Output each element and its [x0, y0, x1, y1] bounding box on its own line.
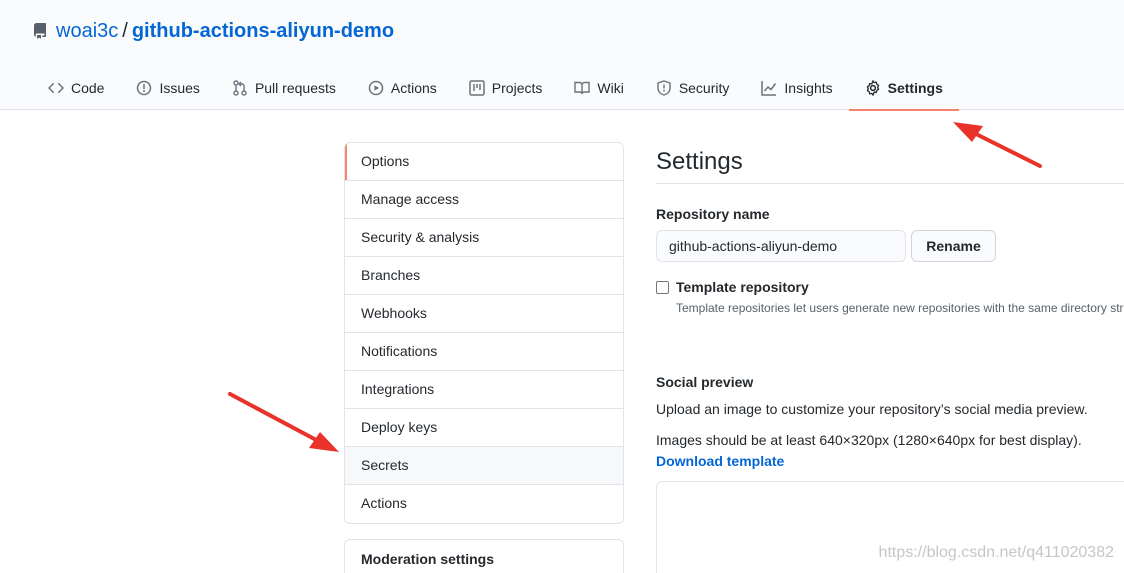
pull-request-icon — [232, 80, 248, 96]
repo-name-input[interactable] — [656, 230, 906, 262]
book-icon — [574, 80, 591, 96]
tab-code[interactable]: Code — [32, 66, 120, 110]
repo-name-link[interactable]: github-actions-aliyun-demo — [132, 20, 394, 43]
social-preview-heading: Social preview — [656, 374, 754, 390]
tab-projects[interactable]: Projects — [453, 66, 559, 110]
sidebar-item-branches[interactable]: Branches — [345, 257, 623, 295]
sidebar-item-secrets[interactable]: Secrets — [345, 447, 623, 485]
code-icon — [48, 80, 64, 96]
tab-label: Insights — [784, 80, 833, 96]
tab-label: Settings — [887, 80, 943, 96]
page-title: Settings — [656, 140, 1124, 184]
social-preview-size-note: Images should be at least 640×320px (128… — [656, 432, 1082, 448]
tab-label: Projects — [491, 80, 543, 96]
tab-label: Issues — [159, 80, 200, 96]
repo-name-label: Repository name — [656, 206, 770, 222]
project-icon — [469, 80, 485, 96]
repo-separator: / — [122, 19, 128, 42]
graph-icon — [761, 80, 777, 96]
repo-header: woai3c / github-actions-aliyun-demo Code… — [0, 0, 1124, 111]
repo-icon — [32, 23, 48, 39]
sidebar-item-integrations[interactable]: Integrations — [345, 371, 623, 409]
tab-settings[interactable]: Settings — [848, 66, 960, 111]
template-repository-label[interactable]: Template repository — [676, 279, 809, 295]
arrow-to-secrets-item — [228, 392, 339, 452]
tab-wiki[interactable]: Wiki — [558, 66, 639, 110]
sidebar-item-manage-access[interactable]: Manage access — [345, 181, 623, 219]
sidebar-item-webhooks[interactable]: Webhooks — [345, 295, 623, 333]
repo-tabs: Code Issues Pull requests Actions Projec… — [32, 66, 960, 111]
download-template-link[interactable]: Download template — [656, 453, 784, 469]
gear-icon — [865, 80, 881, 96]
watermark: https://blog.csdn.net/q411020382 — [878, 544, 1114, 561]
tab-insights[interactable]: Insights — [745, 66, 848, 110]
social-preview-description: Upload an image to customize your reposi… — [656, 401, 1088, 417]
repo-owner-link[interactable]: woai3c — [56, 20, 118, 43]
settings-sidebar: Options Manage access Security & analysi… — [344, 142, 624, 524]
sidebar-item-security-analysis[interactable]: Security & analysis — [345, 219, 623, 257]
settings-main: Settings Repository name Rename Template… — [656, 140, 1124, 573]
sidebar-item-options[interactable]: Options — [345, 143, 623, 181]
tab-actions[interactable]: Actions — [352, 66, 453, 110]
rename-button[interactable]: Rename — [911, 230, 996, 262]
moderation-sidebar: Moderation settings — [344, 539, 624, 573]
tab-issues[interactable]: Issues — [120, 66, 215, 110]
tab-label: Security — [678, 80, 730, 96]
tab-label: Actions — [390, 80, 437, 96]
tab-label: Wiki — [597, 80, 624, 96]
repo-title: woai3c / github-actions-aliyun-demo — [32, 18, 394, 44]
sidebar-item-actions[interactable]: Actions — [345, 485, 623, 523]
tab-label: Code — [71, 80, 105, 96]
shield-icon — [656, 80, 672, 96]
sidebar-item-notifications[interactable]: Notifications — [345, 333, 623, 371]
template-repository-note: Template repositories let users generate… — [676, 301, 1124, 315]
moderation-settings-heading: Moderation settings — [361, 551, 495, 567]
issue-icon — [136, 80, 152, 96]
sidebar-item-deploy-keys[interactable]: Deploy keys — [345, 409, 623, 447]
tab-label: Pull requests — [254, 80, 336, 96]
template-repository-checkbox[interactable] — [656, 281, 669, 294]
play-icon — [368, 80, 384, 96]
tab-pull-requests[interactable]: Pull requests — [216, 66, 352, 110]
tab-security[interactable]: Security — [640, 66, 746, 110]
